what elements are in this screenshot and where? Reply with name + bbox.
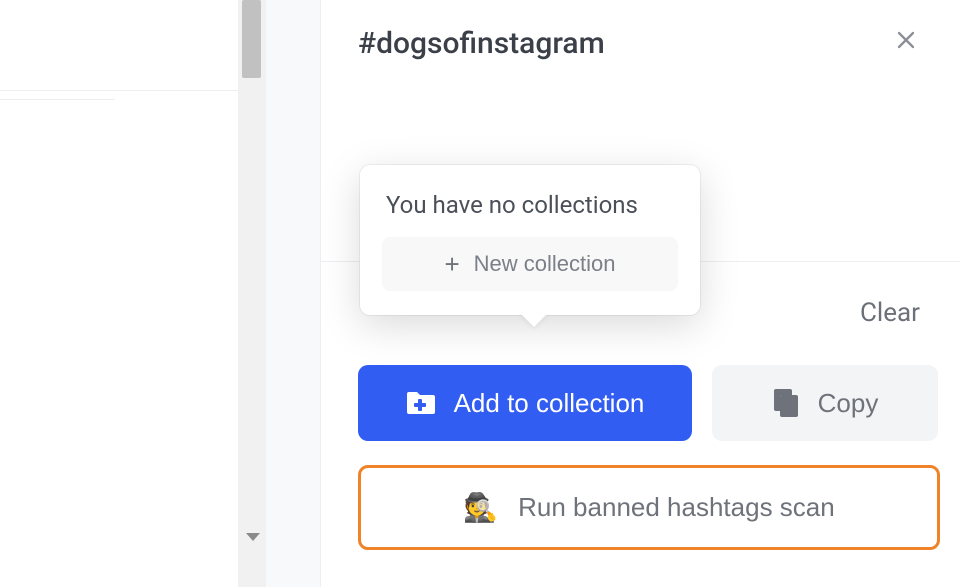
- run-banned-scan-button[interactable]: 🕵️ Run banned hashtags scan: [358, 465, 940, 550]
- scrollbar-thumb[interactable]: [242, 0, 261, 78]
- left-divider-short: [0, 99, 115, 100]
- copy-button[interactable]: Copy: [712, 365, 938, 441]
- detective-icon: 🕵️: [463, 491, 498, 524]
- left-content-area: [0, 0, 238, 587]
- hashtag-title: #dogsofinstagram: [358, 26, 605, 61]
- copy-icon: [772, 388, 800, 418]
- scrollbar-track[interactable]: [238, 0, 266, 587]
- new-collection-button[interactable]: + New collection: [382, 237, 678, 291]
- plus-icon: +: [444, 251, 459, 277]
- folder-plus-icon: [406, 390, 436, 416]
- new-collection-label: New collection: [474, 251, 616, 277]
- add-to-collection-button[interactable]: Add to collection: [358, 365, 692, 441]
- close-icon: [894, 28, 918, 52]
- popover-notch: [520, 313, 548, 327]
- scrollbar-arrow-down-icon[interactable]: [246, 533, 260, 541]
- clear-button[interactable]: Clear: [860, 298, 920, 328]
- run-banned-scan-label: Run banned hashtags scan: [518, 492, 835, 523]
- close-button[interactable]: [892, 26, 920, 54]
- collections-popover: You have no collections + New collection: [360, 165, 700, 315]
- copy-label: Copy: [818, 388, 879, 419]
- add-to-collection-label: Add to collection: [454, 388, 645, 419]
- action-row: Add to collection Copy: [358, 365, 938, 441]
- popover-title: You have no collections: [382, 191, 678, 219]
- left-divider: [0, 90, 238, 91]
